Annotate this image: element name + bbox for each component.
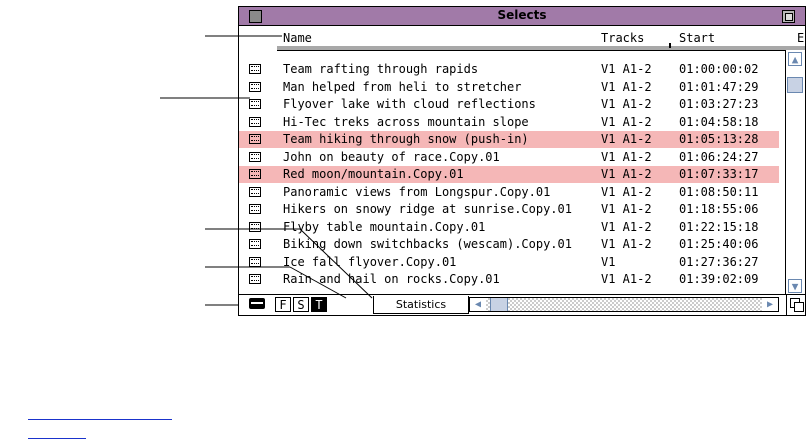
clip-name: Flyby table mountain.Copy.01 <box>283 219 486 234</box>
column-marker <box>669 43 671 48</box>
scroll-down-icon[interactable]: ▼ <box>788 279 802 293</box>
clip-row[interactable]: Rain and hail on rocks.Copy.01 V1 A1-2 01:… <box>239 271 779 288</box>
clip-start: 01:06:24:27 <box>679 149 759 164</box>
clip-row[interactable]: Biking down switchbacks (wescam).Copy.01… <box>239 236 779 253</box>
clip-row[interactable]: Hikers on snowy ridge at sunrise.Copy.01… <box>239 201 779 218</box>
clip-row[interactable]: Flyby table mountain.Copy.01 V1 A1-2 01:22… <box>239 219 779 236</box>
clip-tracks: V1 A1-2 <box>601 237 652 251</box>
clip-list: Team rafting through rapids V1 A1-2 01:00:… <box>239 53 779 293</box>
clip-name: Hikers on snowy ridge at sunrise.Copy.01 <box>283 202 572 216</box>
column-end-header[interactable]: E <box>797 31 805 45</box>
clip-tracks: V1 A1-2 <box>601 149 652 164</box>
clip-start: 01:27:36:27 <box>679 254 759 269</box>
clip-row[interactable]: Team hiking through snow (push-in) V1 A1-… <box>239 131 779 148</box>
clip-start: 01:08:50:11 <box>679 184 759 199</box>
title-bar[interactable]: Selects <box>239 7 805 26</box>
clip-tracks: V1 A1-2 <box>601 62 652 76</box>
clip-icon <box>249 64 261 74</box>
clip-row[interactable]: Man helped from heli to stretcher V1 A1-2… <box>239 79 779 96</box>
clip-row[interactable]: Ice fall flyover.Copy.01 V1 01:27:36:27 <box>239 254 779 271</box>
clip-start: 01:39:02:09 <box>679 272 759 286</box>
clip-icon <box>249 151 261 162</box>
column-tracks-header[interactable]: Tracks <box>601 31 644 45</box>
scroll-right-icon[interactable]: ▶ <box>762 298 778 311</box>
clip-row[interactable]: Hi-Tec treks across mountain slope V1 A1-… <box>239 114 779 131</box>
clip-tracks: V1 A1-2 <box>601 202 652 216</box>
clip-icon <box>249 239 261 249</box>
bin-bottom-bar: F S T Statistics ◀ ▶ <box>239 294 805 315</box>
column-name-header[interactable]: Name <box>283 31 312 45</box>
horizontal-scroll-thumb[interactable] <box>490 298 508 311</box>
clip-name: Flyover lake with cloud reflections <box>283 97 536 111</box>
clip-tracks: V1 A1-2 <box>601 79 652 94</box>
clip-tracks: V1 A1-2 <box>601 132 652 146</box>
selects-bin-window: Selects Name Tracks Start E Team rafting… <box>238 6 806 316</box>
clip-row[interactable]: Flyover lake with cloud reflections V1 A1… <box>239 96 779 113</box>
clip-start: 01:01:47:29 <box>679 79 759 94</box>
clip-tracks: V1 A1-2 <box>601 97 652 111</box>
clip-start: 01:03:27:23 <box>679 97 759 111</box>
clip-row[interactable]: John on beauty of race.Copy.01 V1 A1-2 01:… <box>239 149 779 166</box>
clip-name: Red moon/mountain.Copy.01 <box>283 167 464 181</box>
bin-view-icon[interactable] <box>247 297 267 312</box>
clip-name: Man helped from heli to stretcher <box>283 79 522 94</box>
horizontal-scrollbar[interactable]: ◀ ▶ <box>469 297 779 312</box>
clip-icon <box>249 186 261 197</box>
clip-tracks: V1 A1-2 <box>601 114 652 129</box>
window-title: Selects <box>497 8 547 22</box>
clip-icon <box>249 169 261 179</box>
clip-tracks: V1 A1-2 <box>601 219 652 234</box>
statistics-tab[interactable]: Statistics <box>373 296 469 314</box>
clip-name: Ice fall flyover.Copy.01 <box>283 254 457 269</box>
clip-icon <box>249 134 261 144</box>
clip-start: 01:25:40:06 <box>679 237 759 251</box>
clip-row[interactable]: Team rafting through rapids V1 A1-2 01:00:… <box>239 61 779 78</box>
clip-tracks: V1 A1-2 <box>601 167 652 181</box>
clip-icon <box>249 116 261 127</box>
grow-box-icon[interactable] <box>786 295 805 315</box>
clip-start: 01:18:55:06 <box>679 202 759 216</box>
clip-start: 01:00:00:02 <box>679 62 759 76</box>
vertical-scrollbar[interactable]: ▲ ▼ <box>785 50 805 295</box>
link-underline-2[interactable] <box>28 438 86 439</box>
clip-row[interactable]: Red moon/mountain.Copy.01 V1 A1-2 01:07:33… <box>239 166 779 183</box>
zoom-box[interactable] <box>782 10 795 23</box>
clip-start: 01:22:15:18 <box>679 219 759 234</box>
clip-name: Team rafting through rapids <box>283 62 479 76</box>
clip-name: Hi-Tec treks across mountain slope <box>283 114 529 129</box>
link-underline-1[interactable] <box>28 419 172 420</box>
clip-row[interactable]: Panoramic views from Longspur.Copy.01 V1 … <box>239 184 779 201</box>
clip-icon <box>249 256 261 267</box>
clip-start: 01:04:58:18 <box>679 114 759 129</box>
clip-name: John on beauty of race.Copy.01 <box>283 149 500 164</box>
scroll-left-icon[interactable]: ◀ <box>470 298 486 311</box>
clip-icon <box>249 204 261 214</box>
clip-tracks: V1 A1-2 <box>601 272 652 286</box>
clip-name: Panoramic views from Longspur.Copy.01 <box>283 184 551 199</box>
text-view-button[interactable]: T <box>311 297 327 312</box>
scroll-up-icon[interactable]: ▲ <box>788 52 802 66</box>
vertical-scroll-thumb[interactable] <box>787 77 803 93</box>
script-view-button[interactable]: S <box>293 297 309 312</box>
frame-view-button[interactable]: F <box>275 297 291 312</box>
clip-start: 01:05:13:28 <box>679 132 759 146</box>
column-start-header[interactable]: Start <box>679 31 715 45</box>
header-divider <box>277 43 805 51</box>
clip-name: Team hiking through snow (push-in) <box>283 132 529 146</box>
clip-icon <box>249 81 261 92</box>
clip-name: Biking down switchbacks (wescam).Copy.01 <box>283 237 572 251</box>
clip-name: Rain and hail on rocks.Copy.01 <box>283 272 500 286</box>
clip-icon <box>249 274 261 284</box>
clip-tracks: V1 <box>601 254 616 269</box>
clip-start: 01:07:33:17 <box>679 167 759 181</box>
clip-icon <box>249 221 261 232</box>
clip-tracks: V1 A1-2 <box>601 184 652 199</box>
clip-icon <box>249 99 261 109</box>
